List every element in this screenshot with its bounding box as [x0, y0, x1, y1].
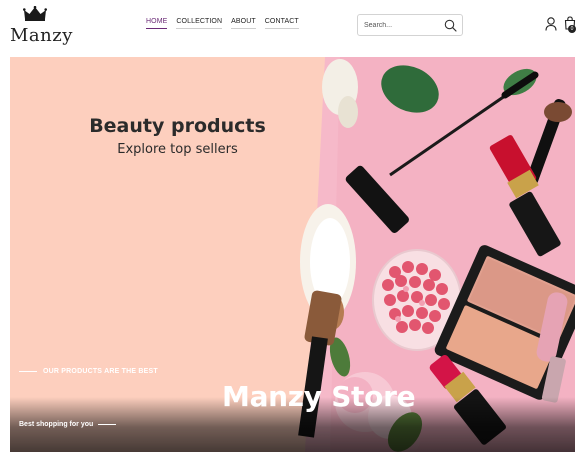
search-input[interactable] — [364, 19, 444, 32]
nav-collection[interactable]: COLLECTION — [176, 18, 223, 29]
cart-button[interactable]: 0 — [564, 16, 578, 33]
main-nav: HOME COLLECTION ABOUT CONTACT — [146, 18, 299, 29]
shopping-text: Best shopping for you — [19, 421, 94, 428]
store-name: Manzy Store — [222, 380, 416, 413]
logo[interactable]: Manzy — [10, 6, 72, 46]
brand-name: Manzy — [10, 25, 73, 46]
crown-icon — [23, 6, 47, 21]
nav-contact[interactable]: CONTACT — [264, 18, 299, 29]
search-icon[interactable] — [444, 19, 457, 32]
nav-home[interactable]: HOME — [146, 18, 168, 29]
nav-about[interactable]: ABOUT — [231, 18, 256, 29]
site-header: Manzy HOME COLLECTION ABOUT CONTACT 0 — [0, 0, 585, 52]
shopping-divider — [98, 424, 117, 425]
shopping-caption: Best shopping for you — [19, 421, 117, 428]
tagline-text: OUR PRODUCTS ARE THE BEST — [43, 368, 158, 375]
hero-title: Beauty products — [89, 115, 266, 137]
tagline-divider — [19, 371, 37, 372]
cart-count-badge: 0 — [568, 25, 576, 33]
hero-banner: Beauty products Explore top sellers OUR … — [10, 57, 575, 452]
user-icon[interactable] — [545, 17, 557, 31]
hero-tagline: OUR PRODUCTS ARE THE BEST — [19, 368, 158, 375]
hero-subtitle: Explore top sellers — [117, 142, 238, 157]
search-box — [357, 14, 463, 36]
